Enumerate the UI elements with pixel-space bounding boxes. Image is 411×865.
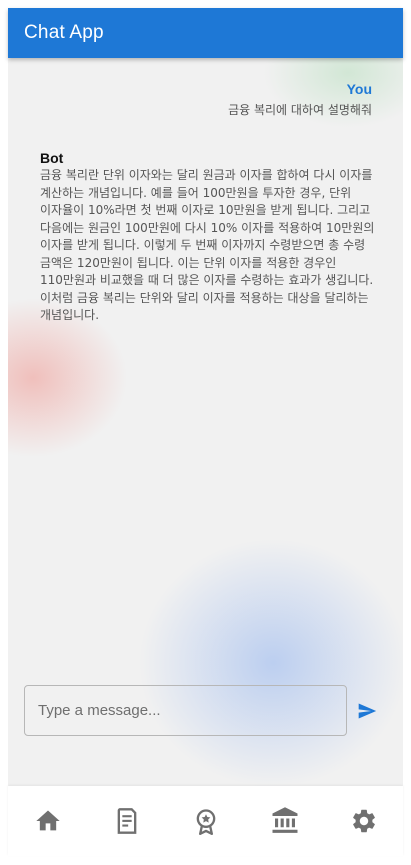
nav-award[interactable] xyxy=(186,801,226,841)
background-blob-blue xyxy=(138,538,403,786)
user-message: You 금융 복리에 대하여 설명해줘 xyxy=(228,80,372,120)
message-input[interactable] xyxy=(25,686,346,735)
receipt-icon xyxy=(117,808,136,834)
bot-message-text: 금융 복리란 단위 이자와는 달리 원금과 이자를 합하여 다시 이자를 계산하… xyxy=(40,168,375,322)
bank-icon xyxy=(272,807,297,833)
nav-bank[interactable] xyxy=(265,801,305,841)
nav-home[interactable] xyxy=(28,801,68,841)
award-icon xyxy=(196,809,215,835)
message-input-box[interactable] xyxy=(24,685,347,736)
message-sender-bot: Bot xyxy=(40,150,64,166)
app-frame: Chat App You 금융 복리에 대하여 설명해줘 Bot 금융 복리란 … xyxy=(0,0,411,865)
bot-message: Bot 금융 복리란 단위 이자와는 달리 원금과 이자를 합하여 다시 이자를… xyxy=(40,150,376,325)
user-message-text: 금융 복리에 대하여 설명해줘 xyxy=(228,103,372,117)
nav-receipt[interactable] xyxy=(107,801,147,841)
home-icon xyxy=(35,810,60,831)
send-button[interactable] xyxy=(356,701,380,723)
chat-area[interactable]: You 금융 복리에 대하여 설명해줘 Bot 금융 복리란 단위 이자와는 달… xyxy=(8,58,403,786)
settings-icon xyxy=(352,809,375,833)
app-bar: Chat App xyxy=(8,8,403,58)
nav-settings[interactable] xyxy=(344,801,384,841)
send-icon xyxy=(358,703,377,719)
app-title: Chat App xyxy=(24,22,104,43)
message-sender-you: You xyxy=(346,81,372,97)
bottom-navigation xyxy=(8,786,403,856)
